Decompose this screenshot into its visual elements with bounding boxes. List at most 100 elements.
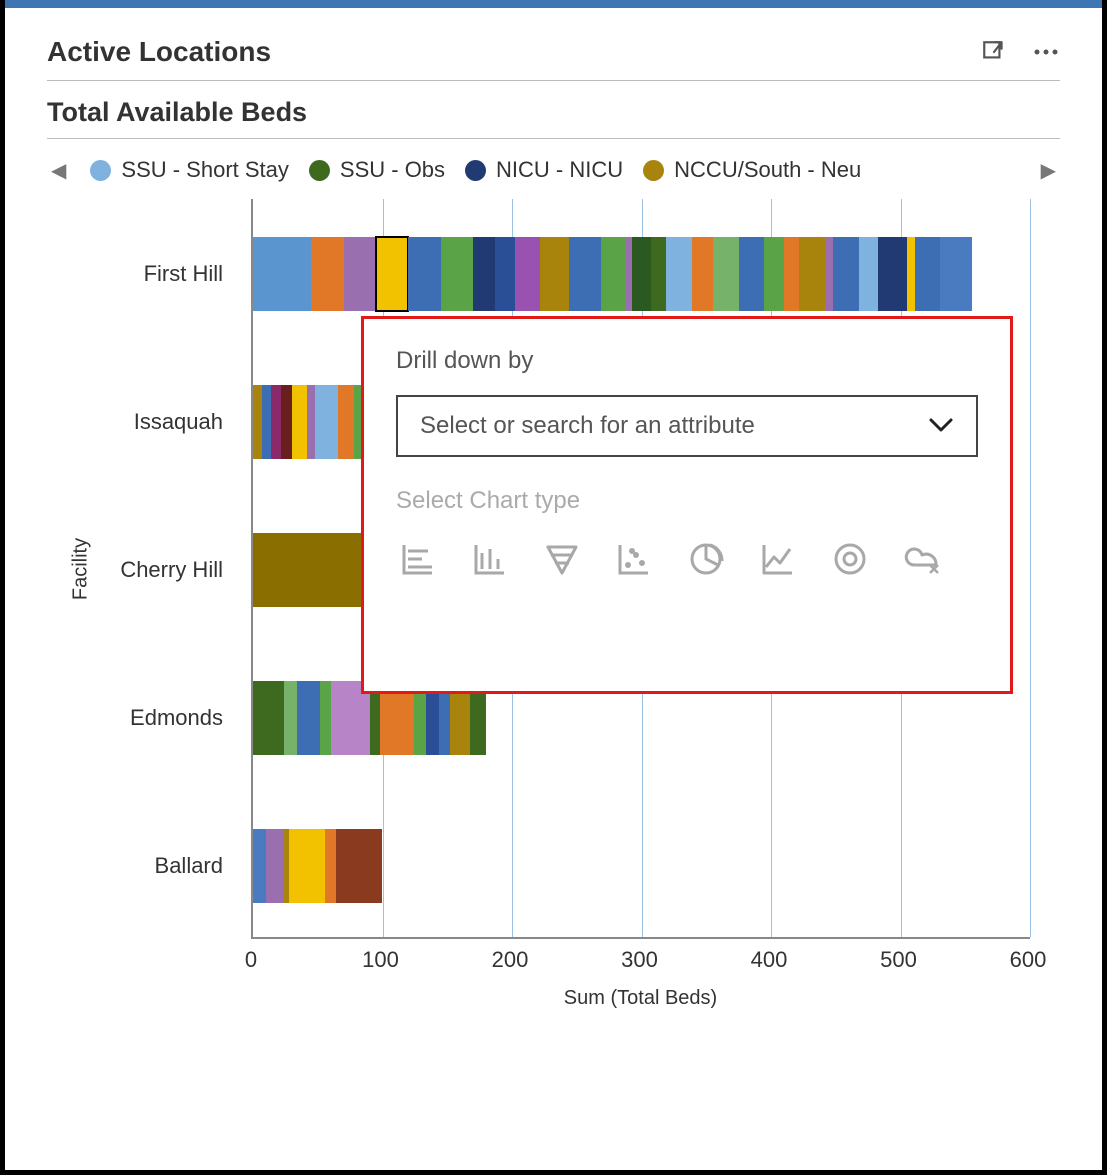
chart-type-donut-icon[interactable] bbox=[828, 537, 872, 581]
bar-segment[interactable] bbox=[651, 237, 667, 311]
bar-segment[interactable] bbox=[315, 385, 338, 459]
legend-swatch bbox=[643, 160, 664, 181]
legend-label: NICU - NICU bbox=[496, 157, 623, 183]
legend-label: NCCU/South - Neu bbox=[674, 157, 861, 183]
bar-segment[interactable] bbox=[292, 385, 308, 459]
card-header: Active Locations bbox=[47, 36, 1060, 81]
bar-segment[interactable] bbox=[940, 237, 971, 311]
bar-segment[interactable] bbox=[253, 237, 311, 311]
drilldown-placeholder: Select or search for an attribute bbox=[420, 412, 755, 440]
y-tick-label: First Hill bbox=[47, 261, 237, 287]
chart-type-scatter-icon[interactable] bbox=[612, 537, 656, 581]
bar-segment[interactable] bbox=[262, 385, 271, 459]
expand-icon[interactable] bbox=[980, 38, 1008, 66]
legend-scroll-left-icon[interactable]: ◀ bbox=[47, 158, 70, 183]
legend: ◀ SSU - Short Stay SSU - Obs NICU - NICU… bbox=[47, 139, 1060, 193]
legend-label: SSU - Obs bbox=[340, 157, 445, 183]
bar-row[interactable] bbox=[253, 829, 382, 903]
y-tick-label: Ballard bbox=[47, 853, 237, 879]
bar-segment[interactable] bbox=[915, 237, 941, 311]
drilldown-title: Drill down by bbox=[396, 347, 978, 375]
x-axis-ticks: 0100200300400500600 bbox=[251, 947, 1030, 977]
legend-scroll-right-icon[interactable]: ▶ bbox=[1037, 158, 1060, 183]
bar-segment[interactable] bbox=[825, 237, 833, 311]
bar-row[interactable] bbox=[253, 237, 972, 311]
bar-segment[interactable] bbox=[540, 237, 568, 311]
bar-segment[interactable] bbox=[307, 385, 315, 459]
bar-segment[interactable] bbox=[441, 237, 473, 311]
x-tick-label: 300 bbox=[621, 947, 658, 973]
legend-swatch bbox=[309, 160, 330, 181]
chevron-down-icon bbox=[928, 412, 954, 440]
legend-label: SSU - Short Stay bbox=[121, 157, 289, 183]
card-title: Active Locations bbox=[47, 36, 271, 68]
bar-segment[interactable] bbox=[784, 237, 800, 311]
widget-frame: Active Locations Total Available Beds ◀ bbox=[0, 0, 1107, 1175]
bar-segment[interactable] bbox=[289, 829, 325, 903]
bar-segment[interactable] bbox=[799, 237, 825, 311]
drill-down-popup: Drill down by Select or search for an at… bbox=[361, 316, 1013, 694]
chart-type-pie-icon[interactable] bbox=[684, 537, 728, 581]
bar-segment[interactable] bbox=[376, 237, 408, 311]
bar-segment[interactable] bbox=[632, 237, 650, 311]
x-tick-label: 500 bbox=[880, 947, 917, 973]
bar-segment[interactable] bbox=[692, 237, 713, 311]
bar-segment[interactable] bbox=[601, 237, 624, 311]
bar-segment[interactable] bbox=[739, 237, 765, 311]
chart-type-label: Select Chart type bbox=[396, 487, 978, 515]
bar-segment[interactable] bbox=[281, 385, 291, 459]
x-tick-label: 0 bbox=[245, 947, 257, 973]
chart-type-funnel-icon[interactable] bbox=[540, 537, 584, 581]
bar-segment[interactable] bbox=[713, 237, 739, 311]
legend-item[interactable]: NICU - NICU bbox=[465, 157, 623, 183]
bar-segment[interactable] bbox=[515, 237, 541, 311]
x-tick-label: 100 bbox=[362, 947, 399, 973]
more-options-icon[interactable] bbox=[1032, 38, 1060, 66]
bar-segment[interactable] bbox=[297, 681, 320, 755]
bar-segment[interactable] bbox=[320, 681, 330, 755]
card-actions bbox=[980, 38, 1060, 66]
y-tick-label: Cherry Hill bbox=[47, 557, 237, 583]
drilldown-attribute-select[interactable]: Select or search for an attribute bbox=[396, 395, 978, 457]
bar-segment[interactable] bbox=[325, 829, 335, 903]
bar-segment[interactable] bbox=[338, 385, 354, 459]
chart-type-line-icon[interactable] bbox=[756, 537, 800, 581]
bar-segment[interactable] bbox=[907, 237, 915, 311]
bar-segment[interactable] bbox=[495, 237, 514, 311]
bar-segment[interactable] bbox=[666, 237, 692, 311]
chart-type-horizontal-bar-icon[interactable] bbox=[396, 537, 440, 581]
bar-segment[interactable] bbox=[253, 829, 266, 903]
chart-type-row bbox=[396, 537, 978, 581]
y-tick-label: Issaquah bbox=[47, 409, 237, 435]
bar-segment[interactable] bbox=[473, 237, 495, 311]
x-tick-label: 200 bbox=[492, 947, 529, 973]
bar-segment[interactable] bbox=[408, 237, 440, 311]
bar-segment[interactable] bbox=[569, 237, 601, 311]
bar-segment[interactable] bbox=[266, 829, 284, 903]
bar-segment[interactable] bbox=[344, 237, 376, 311]
y-axis-labels: First Hill Issaquah Cherry Hill Edmonds … bbox=[47, 199, 237, 939]
legend-item[interactable]: SSU - Obs bbox=[309, 157, 445, 183]
chart-type-wordcloud-icon[interactable] bbox=[900, 537, 944, 581]
bar-segment[interactable] bbox=[253, 385, 262, 459]
bar-segment[interactable] bbox=[271, 385, 281, 459]
bar-segment[interactable] bbox=[833, 237, 859, 311]
bar-segment[interactable] bbox=[336, 829, 383, 903]
x-axis-title: Sum (Total Beds) bbox=[251, 987, 1030, 1010]
legend-item[interactable]: NCCU/South - Neu bbox=[643, 157, 861, 183]
legend-item[interactable]: SSU - Short Stay bbox=[90, 157, 289, 183]
card: Active Locations Total Available Beds ◀ bbox=[5, 8, 1102, 1069]
chart-type-vertical-bar-icon[interactable] bbox=[468, 537, 512, 581]
bar-segment[interactable] bbox=[253, 681, 284, 755]
bar-segment[interactable] bbox=[311, 237, 343, 311]
bar-segment[interactable] bbox=[878, 237, 906, 311]
bar-segment[interactable] bbox=[625, 237, 633, 311]
bar-segment[interactable] bbox=[764, 237, 783, 311]
legend-swatch bbox=[90, 160, 111, 181]
bar-segment[interactable] bbox=[859, 237, 878, 311]
x-tick-label: 600 bbox=[1010, 947, 1047, 973]
chart-title: Total Available Beds bbox=[47, 81, 1060, 139]
bar-segment[interactable] bbox=[284, 681, 297, 755]
x-tick-label: 400 bbox=[751, 947, 788, 973]
top-accent-bar bbox=[5, 0, 1102, 8]
